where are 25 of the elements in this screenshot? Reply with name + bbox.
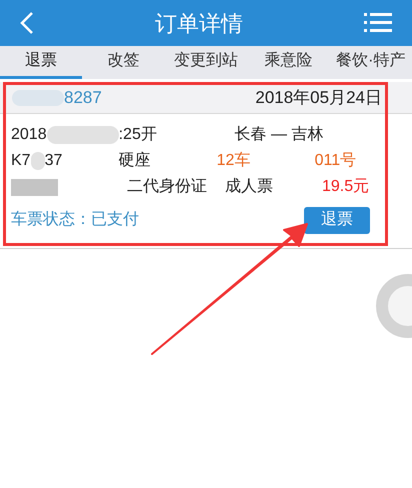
car-number: 12车 — [216, 150, 252, 171]
train-number: 37 — [44, 151, 64, 171]
tab[interactable]: 餐饮·特产 — [330, 46, 412, 79]
ticket-status: 车票状态：已支付 — [11, 210, 139, 230]
ticket-type: 成人票 — [225, 176, 274, 197]
id-type: 二代身份证 — [127, 177, 208, 197]
tab[interactable]: 退票 — [0, 46, 82, 79]
order-number: 8287 — [64, 86, 102, 109]
tab[interactable]: 乘意险 — [247, 46, 330, 79]
seat-class: 硬座 — [118, 150, 152, 171]
refund-button[interactable]: 退票 — [304, 206, 370, 234]
tab[interactable]: 变更到站 — [164, 46, 248, 79]
redaction-blur — [11, 178, 58, 196]
back-icon[interactable] — [20, 11, 34, 35]
order-date: 2018年05月24日 — [255, 86, 382, 109]
route: 长春 — 吉林 — [234, 124, 324, 145]
train-number: K7 — [11, 151, 31, 171]
menu-icon[interactable] — [364, 12, 392, 34]
departure-time: :25开 — [118, 125, 158, 145]
seat-number: 011号 — [314, 151, 356, 171]
page-title: 订单详情 — [155, 10, 243, 38]
departure-time: 2018 — [11, 125, 47, 145]
redaction-blur — [30, 152, 45, 170]
tab[interactable]: 改签 — [82, 46, 165, 79]
price: 19.5元 — [322, 177, 370, 197]
